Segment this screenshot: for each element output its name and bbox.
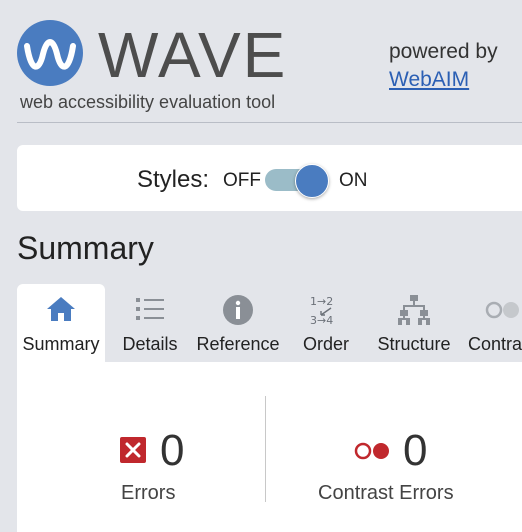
tab-label: Structure: [377, 334, 451, 354]
brand-title: WAVE: [98, 19, 288, 91]
webaim-link[interactable]: WebAIM: [389, 68, 469, 92]
tab-bar: Summary Details Reference 1→2 3→4 Order …: [17, 284, 522, 362]
contrast-error-icon: [353, 440, 393, 467]
error-icon: [120, 437, 146, 463]
styles-toggle-knob[interactable]: [295, 164, 329, 198]
tab-label: Reference: [196, 334, 280, 354]
styles-label: Styles:: [137, 166, 210, 193]
contrast-icon: [467, 294, 522, 328]
tab-details[interactable]: Details: [113, 284, 187, 362]
powered-by-text: powered by: [389, 40, 498, 63]
svg-text:3→4: 3→4: [310, 314, 333, 326]
tab-structure[interactable]: Structure: [369, 284, 459, 362]
contrast-errors-count: 0: [403, 426, 428, 475]
tab-label: Order: [302, 334, 349, 354]
tab-contrast[interactable]: Contra: [467, 284, 522, 362]
summary-panel: 0 Errors 0 Contrast Errors: [17, 362, 522, 532]
home-icon: [17, 294, 105, 328]
styles-on-label: ON: [339, 170, 368, 191]
tagline: web accessibility evaluation tool: [20, 92, 276, 112]
info-icon: [193, 294, 283, 328]
stats-divider: [265, 396, 266, 502]
structure-icon: [369, 294, 459, 328]
wave-logo-icon: [17, 20, 83, 86]
tab-summary[interactable]: Summary: [17, 284, 105, 362]
svg-text:1→2: 1→2: [310, 295, 333, 308]
tab-label: Summary: [22, 334, 100, 354]
styles-off-label: OFF: [223, 170, 261, 191]
contrast-errors-label: Contrast Errors: [318, 482, 454, 504]
tab-reference[interactable]: Reference: [193, 284, 283, 362]
tab-label: Contra: [468, 334, 522, 354]
tab-label: Details: [122, 334, 178, 354]
list-icon: [113, 294, 187, 328]
order-icon: 1→2 3→4: [295, 294, 357, 328]
header-divider: [17, 122, 522, 123]
wave-sidebar: WAVE web accessibility evaluation tool p…: [0, 0, 522, 532]
styles-panel: Styles: OFF ON: [17, 145, 522, 211]
page-title: Summary: [17, 230, 154, 266]
errors-label: Errors: [121, 482, 176, 504]
errors-count: 0: [160, 426, 185, 475]
tab-order[interactable]: 1→2 3→4 Order: [295, 284, 357, 362]
